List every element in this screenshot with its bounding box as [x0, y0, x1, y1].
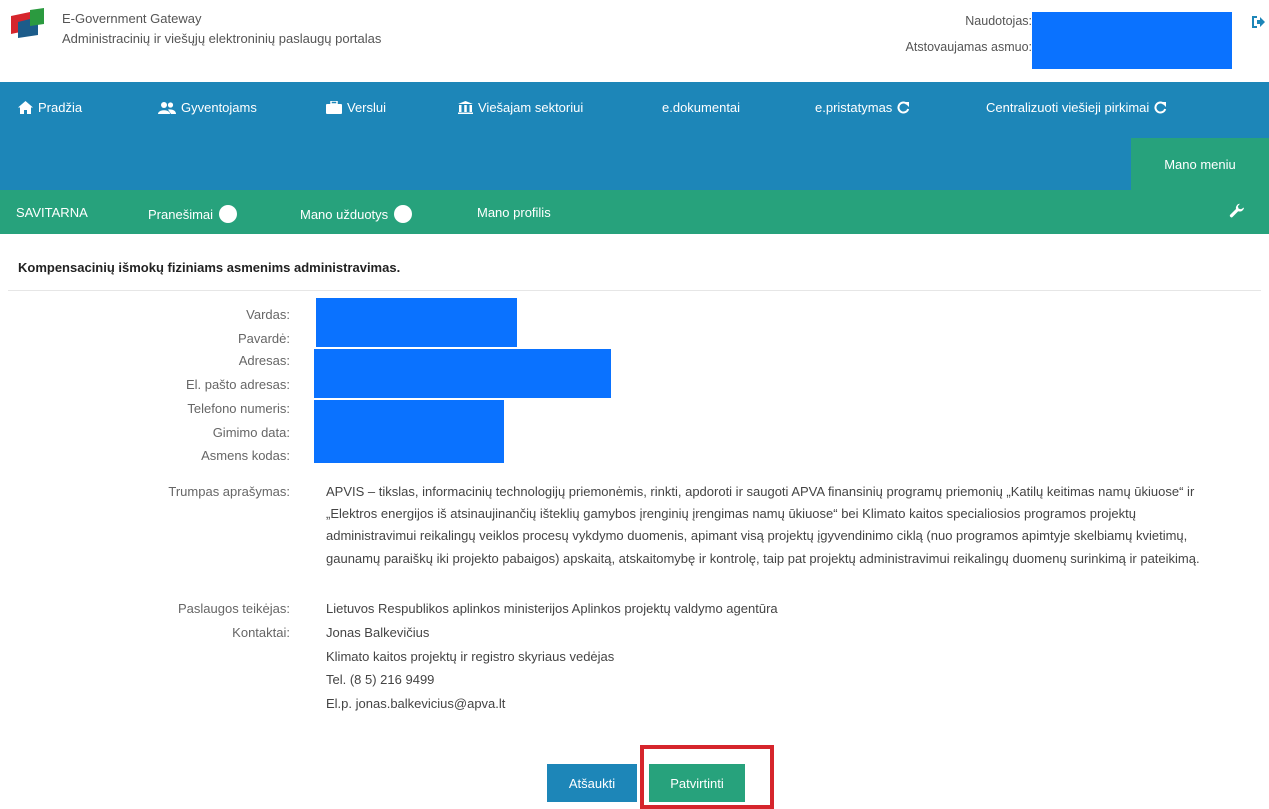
- divider: [8, 290, 1261, 291]
- subnav-label: SAVITARNA: [16, 205, 88, 220]
- redacted-user-block: [1032, 12, 1232, 69]
- nav-item-centralizuoti-pirkimai[interactable]: Centralizuoti viešieji pirkimai: [986, 100, 1167, 115]
- external-link-icon: [897, 101, 910, 114]
- service-description: APVIS – tikslas, informacinių technologi…: [326, 484, 1200, 566]
- label-pavarde: Pavardė:: [237, 331, 290, 346]
- label-el-pastas: El. pašto adresas:: [185, 377, 290, 392]
- site-title: E-Government Gateway: [62, 11, 202, 26]
- user-label: Naudotojas:: [965, 14, 1032, 28]
- label-aprasymas: Trumpas aprašymas:: [168, 484, 290, 499]
- nav-label: Pradžia: [38, 100, 83, 115]
- nav-label: e.dokumentai: [662, 100, 741, 115]
- institution-icon: [458, 101, 473, 114]
- nav-label: Viešajam sektoriui: [478, 100, 584, 115]
- home-icon: [18, 101, 33, 114]
- redacted-id-block: [314, 400, 504, 463]
- nav-item-viesajam-sektoriui[interactable]: Viešajam sektoriui: [458, 100, 583, 115]
- subnav-label: Pranešimai: [148, 206, 214, 222]
- nav-item-pradzia[interactable]: Pradžia: [18, 100, 82, 115]
- logout-icon[interactable]: [1250, 14, 1266, 30]
- redacted-name-block: [316, 298, 517, 347]
- label-asmens-kodas: Asmens kodas:: [201, 448, 290, 463]
- contact-phone: Tel. (8 5) 216 9499: [326, 672, 435, 687]
- page-title: Kompensacinių išmokų fiziniams asmenims …: [18, 260, 401, 275]
- notification-badge: [219, 205, 238, 223]
- represented-person-label: Atstovaujamas asmuo:: [905, 40, 1032, 54]
- nav-label: Verslui: [347, 100, 387, 115]
- contact-position: Klimato kaitos projektų ir registro skyr…: [326, 649, 615, 664]
- my-menu-tab[interactable]: Mano meniu: [1131, 138, 1269, 190]
- subnav-item-savitarna[interactable]: SAVITARNA: [16, 205, 88, 220]
- cancel-button[interactable]: Atšaukti: [547, 764, 637, 802]
- redacted-contact-block: [314, 349, 611, 398]
- subnav-label: Mano profilis: [477, 205, 551, 220]
- nav-item-e-pristatymas[interactable]: e.pristatymas: [815, 100, 910, 115]
- contact-email: El.p. jonas.balkevicius@apva.lt: [326, 696, 506, 711]
- site-subtitle: Administracinių ir viešųjų elektroninių …: [62, 31, 382, 46]
- service-provider: Lietuvos Respublikos aplinkos ministerij…: [326, 601, 778, 616]
- label-kontaktai: Kontaktai:: [232, 625, 290, 640]
- nav-label: Gyventojams: [181, 100, 257, 115]
- label-adresas: Adresas:: [238, 353, 290, 368]
- label-vardas: Vardas:: [246, 307, 290, 322]
- label-gimimo-data: Gimimo data:: [212, 425, 290, 440]
- briefcase-icon: [326, 101, 342, 114]
- subnav-item-mano-profilis[interactable]: Mano profilis: [477, 205, 551, 220]
- label-teikejas: Paslaugos teikėjas:: [177, 601, 290, 616]
- users-icon: [158, 101, 176, 114]
- label-telefonas: Telefono numeris:: [187, 401, 290, 416]
- subnav-item-mano-uzduotys[interactable]: Mano užduotys: [300, 205, 413, 223]
- subnav-label: Mano užduotys: [300, 206, 389, 222]
- logo[interactable]: [8, 8, 46, 38]
- nav-item-gyventojams[interactable]: Gyventojams: [158, 100, 257, 115]
- main-navigation: [0, 82, 1269, 190]
- nav-label: e.pristatymas: [815, 100, 893, 115]
- contact-name: Jonas Balkevičius: [326, 625, 430, 640]
- subnav-item-pranesimai[interactable]: Pranešimai: [148, 205, 238, 223]
- confirm-button[interactable]: Patvirtinti: [649, 764, 745, 802]
- external-link-icon: [1154, 101, 1167, 114]
- nav-item-e-dokumentai[interactable]: e.dokumentai: [662, 100, 740, 115]
- tasks-badge: [394, 205, 413, 223]
- nav-item-verslui[interactable]: Verslui: [326, 100, 386, 115]
- nav-label: Centralizuoti viešieji pirkimai: [986, 100, 1150, 115]
- wrench-icon[interactable]: [1229, 203, 1245, 219]
